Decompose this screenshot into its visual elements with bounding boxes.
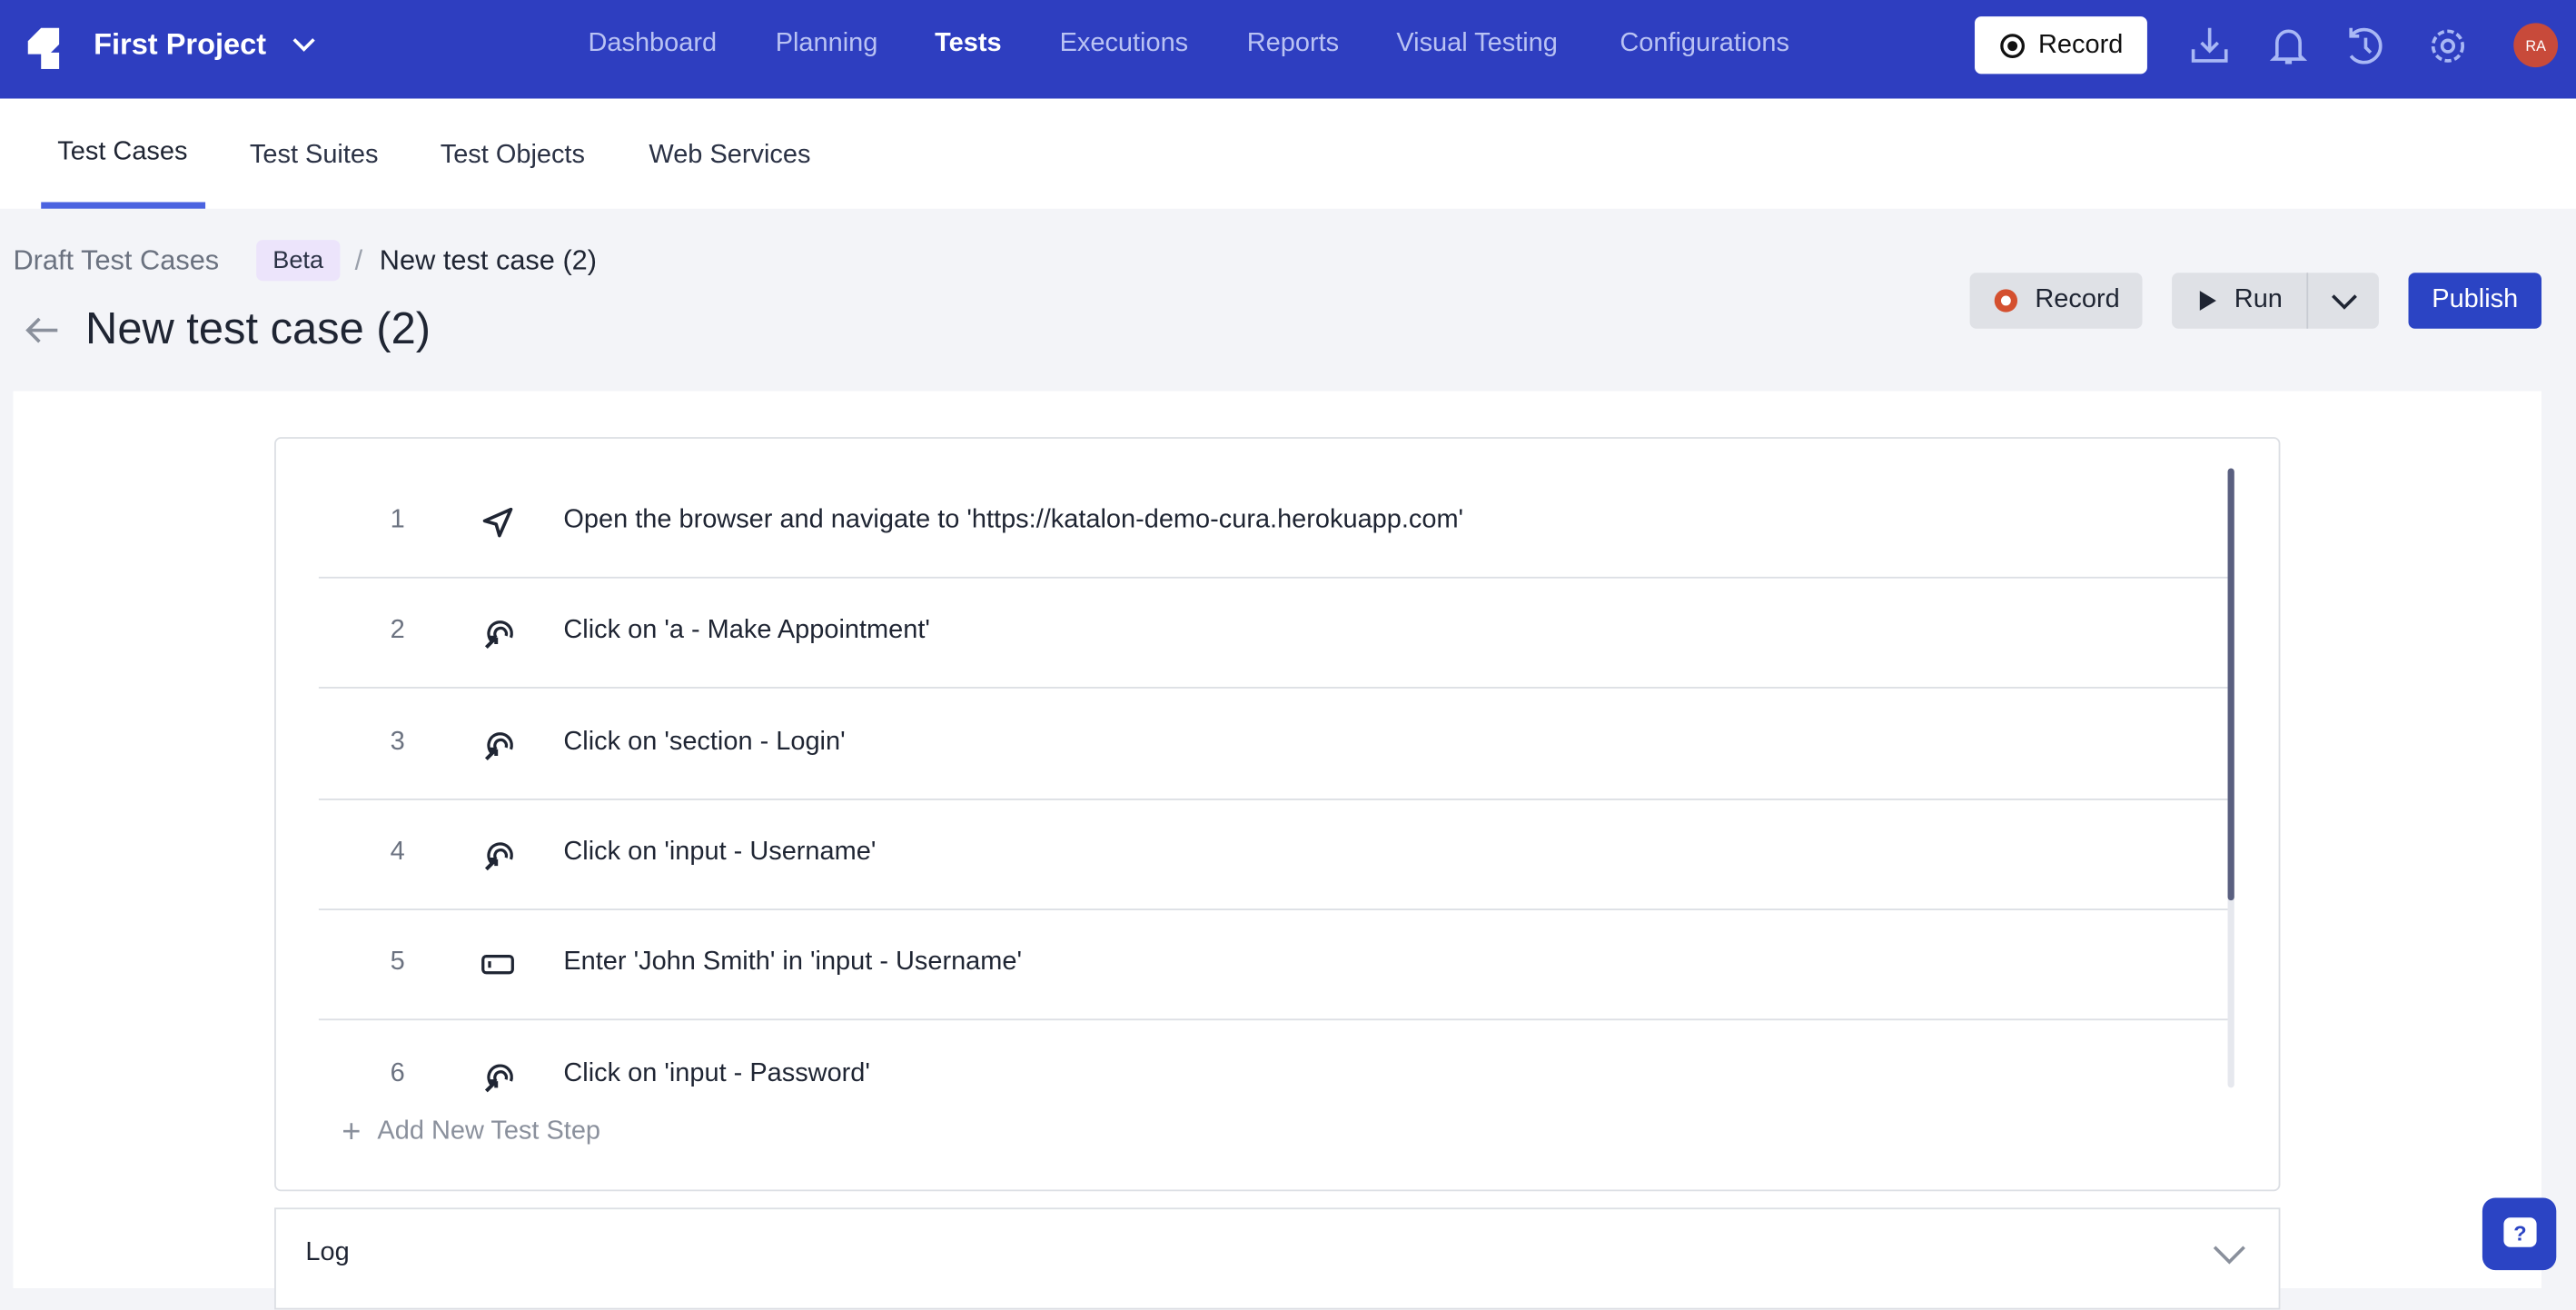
nav-tests[interactable]: Tests bbox=[935, 30, 1001, 60]
history-icon[interactable] bbox=[2344, 23, 2387, 69]
record-icon bbox=[1999, 33, 2025, 58]
publish-button[interactable]: Publish bbox=[2408, 273, 2542, 329]
svg-text:?: ? bbox=[2512, 1222, 2525, 1245]
nav-reports[interactable]: Reports bbox=[1247, 30, 1339, 60]
run-button-group: Run bbox=[2172, 273, 2379, 329]
test-step-row[interactable]: 1 Open the browser and navigate to 'http… bbox=[318, 467, 2228, 579]
step-text[interactable]: Click on 'input - Username' bbox=[563, 838, 876, 868]
tab-web-services[interactable]: Web Services bbox=[649, 142, 810, 172]
top-bar: First Project Dashboard Planning Tests E… bbox=[0, 0, 2576, 99]
record-label: Record bbox=[2035, 285, 2120, 314]
nav-executions[interactable]: Executions bbox=[1060, 30, 1189, 60]
log-label: Log bbox=[305, 1238, 350, 1267]
step-number: 6 bbox=[390, 1058, 405, 1087]
test-step-row[interactable]: 4 Click on 'input - Username' bbox=[318, 799, 2228, 910]
katalon-logo-icon bbox=[27, 27, 60, 69]
log-panel[interactable]: Log bbox=[274, 1207, 2281, 1310]
test-step-row[interactable]: 2 Click on 'a - Make Appointment' bbox=[318, 577, 2228, 690]
nav-dashboard[interactable]: Dashboard bbox=[589, 30, 718, 60]
help-button[interactable]: ? bbox=[2482, 1197, 2557, 1271]
step-number: 4 bbox=[390, 838, 405, 866]
step-number: 2 bbox=[390, 616, 405, 645]
project-name[interactable]: First Project bbox=[94, 28, 266, 63]
nav-visual-testing[interactable]: Visual Testing bbox=[1396, 30, 1558, 60]
click-icon bbox=[484, 731, 513, 760]
record-icon bbox=[1994, 289, 2017, 313]
nav-configurations[interactable]: Configurations bbox=[1620, 30, 1789, 60]
plus-icon: + bbox=[342, 1114, 362, 1151]
step-text[interactable]: Enter 'John Smith' in 'input - Username' bbox=[563, 948, 1022, 978]
beta-badge: Beta bbox=[256, 240, 341, 282]
breadcrumb-parent[interactable]: Draft Test Cases bbox=[13, 244, 219, 277]
record-button[interactable]: Record bbox=[1969, 273, 2143, 329]
tab-test-cases[interactable]: Test Cases bbox=[57, 138, 187, 168]
breadcrumb-current: New test case (2) bbox=[379, 244, 598, 276]
avatar[interactable]: RA bbox=[2513, 23, 2559, 68]
test-step-row[interactable]: 6 Click on 'input - Password' bbox=[319, 1019, 2228, 1129]
scrollbar-thumb[interactable] bbox=[2227, 468, 2234, 901]
step-number: 5 bbox=[390, 948, 405, 977]
active-tab-indicator bbox=[41, 202, 206, 209]
page-title: New test case (2) bbox=[85, 303, 431, 353]
chevron-down-icon[interactable] bbox=[2211, 1242, 2247, 1265]
click-icon bbox=[484, 842, 513, 870]
step-text[interactable]: Click on 'section - Login' bbox=[563, 728, 845, 758]
back-arrow-icon[interactable] bbox=[23, 315, 59, 345]
chevron-down-icon[interactable] bbox=[2330, 291, 2360, 311]
add-step-button[interactable]: + Add New Test Step bbox=[342, 1114, 601, 1151]
nav-planning[interactable]: Planning bbox=[776, 30, 878, 60]
bell-icon[interactable] bbox=[2267, 23, 2310, 69]
click-icon bbox=[484, 1063, 513, 1092]
step-text[interactable]: Click on 'a - Make Appointment' bbox=[563, 617, 930, 647]
navigate-icon bbox=[482, 507, 513, 538]
record-label: Record bbox=[2038, 30, 2124, 59]
input-icon bbox=[481, 955, 514, 975]
run-label: Run bbox=[2234, 285, 2283, 314]
add-step-label: Add New Test Step bbox=[377, 1116, 601, 1146]
play-icon bbox=[2199, 291, 2216, 311]
click-icon bbox=[484, 620, 513, 650]
tab-test-suites[interactable]: Test Suites bbox=[250, 142, 379, 172]
step-number: 1 bbox=[390, 506, 405, 534]
gear-icon[interactable] bbox=[2426, 23, 2469, 69]
step-text[interactable]: Click on 'input - Password' bbox=[563, 1059, 870, 1089]
tab-test-objects[interactable]: Test Objects bbox=[441, 142, 585, 172]
test-step-row[interactable]: 5 Enter 'John Smith' in 'input - Usernam… bbox=[318, 909, 2228, 1021]
test-step-row[interactable]: 3 Click on 'section - Login' bbox=[318, 688, 2228, 800]
sub-nav: Test Cases Test Suites Test Objects Web … bbox=[0, 98, 2576, 209]
run-button[interactable]: Run bbox=[2172, 273, 2309, 329]
chevron-down-icon[interactable] bbox=[291, 35, 317, 55]
app: First Project Dashboard Planning Tests E… bbox=[0, 0, 2576, 1310]
record-button-top[interactable]: Record bbox=[1975, 16, 2147, 74]
help-chat-icon: ? bbox=[2502, 1217, 2536, 1247]
step-number: 3 bbox=[390, 727, 405, 756]
step-text[interactable]: Open the browser and navigate to 'https:… bbox=[563, 506, 1463, 536]
breadcrumb-separator: / bbox=[354, 244, 363, 276]
download-icon[interactable] bbox=[2188, 23, 2231, 69]
